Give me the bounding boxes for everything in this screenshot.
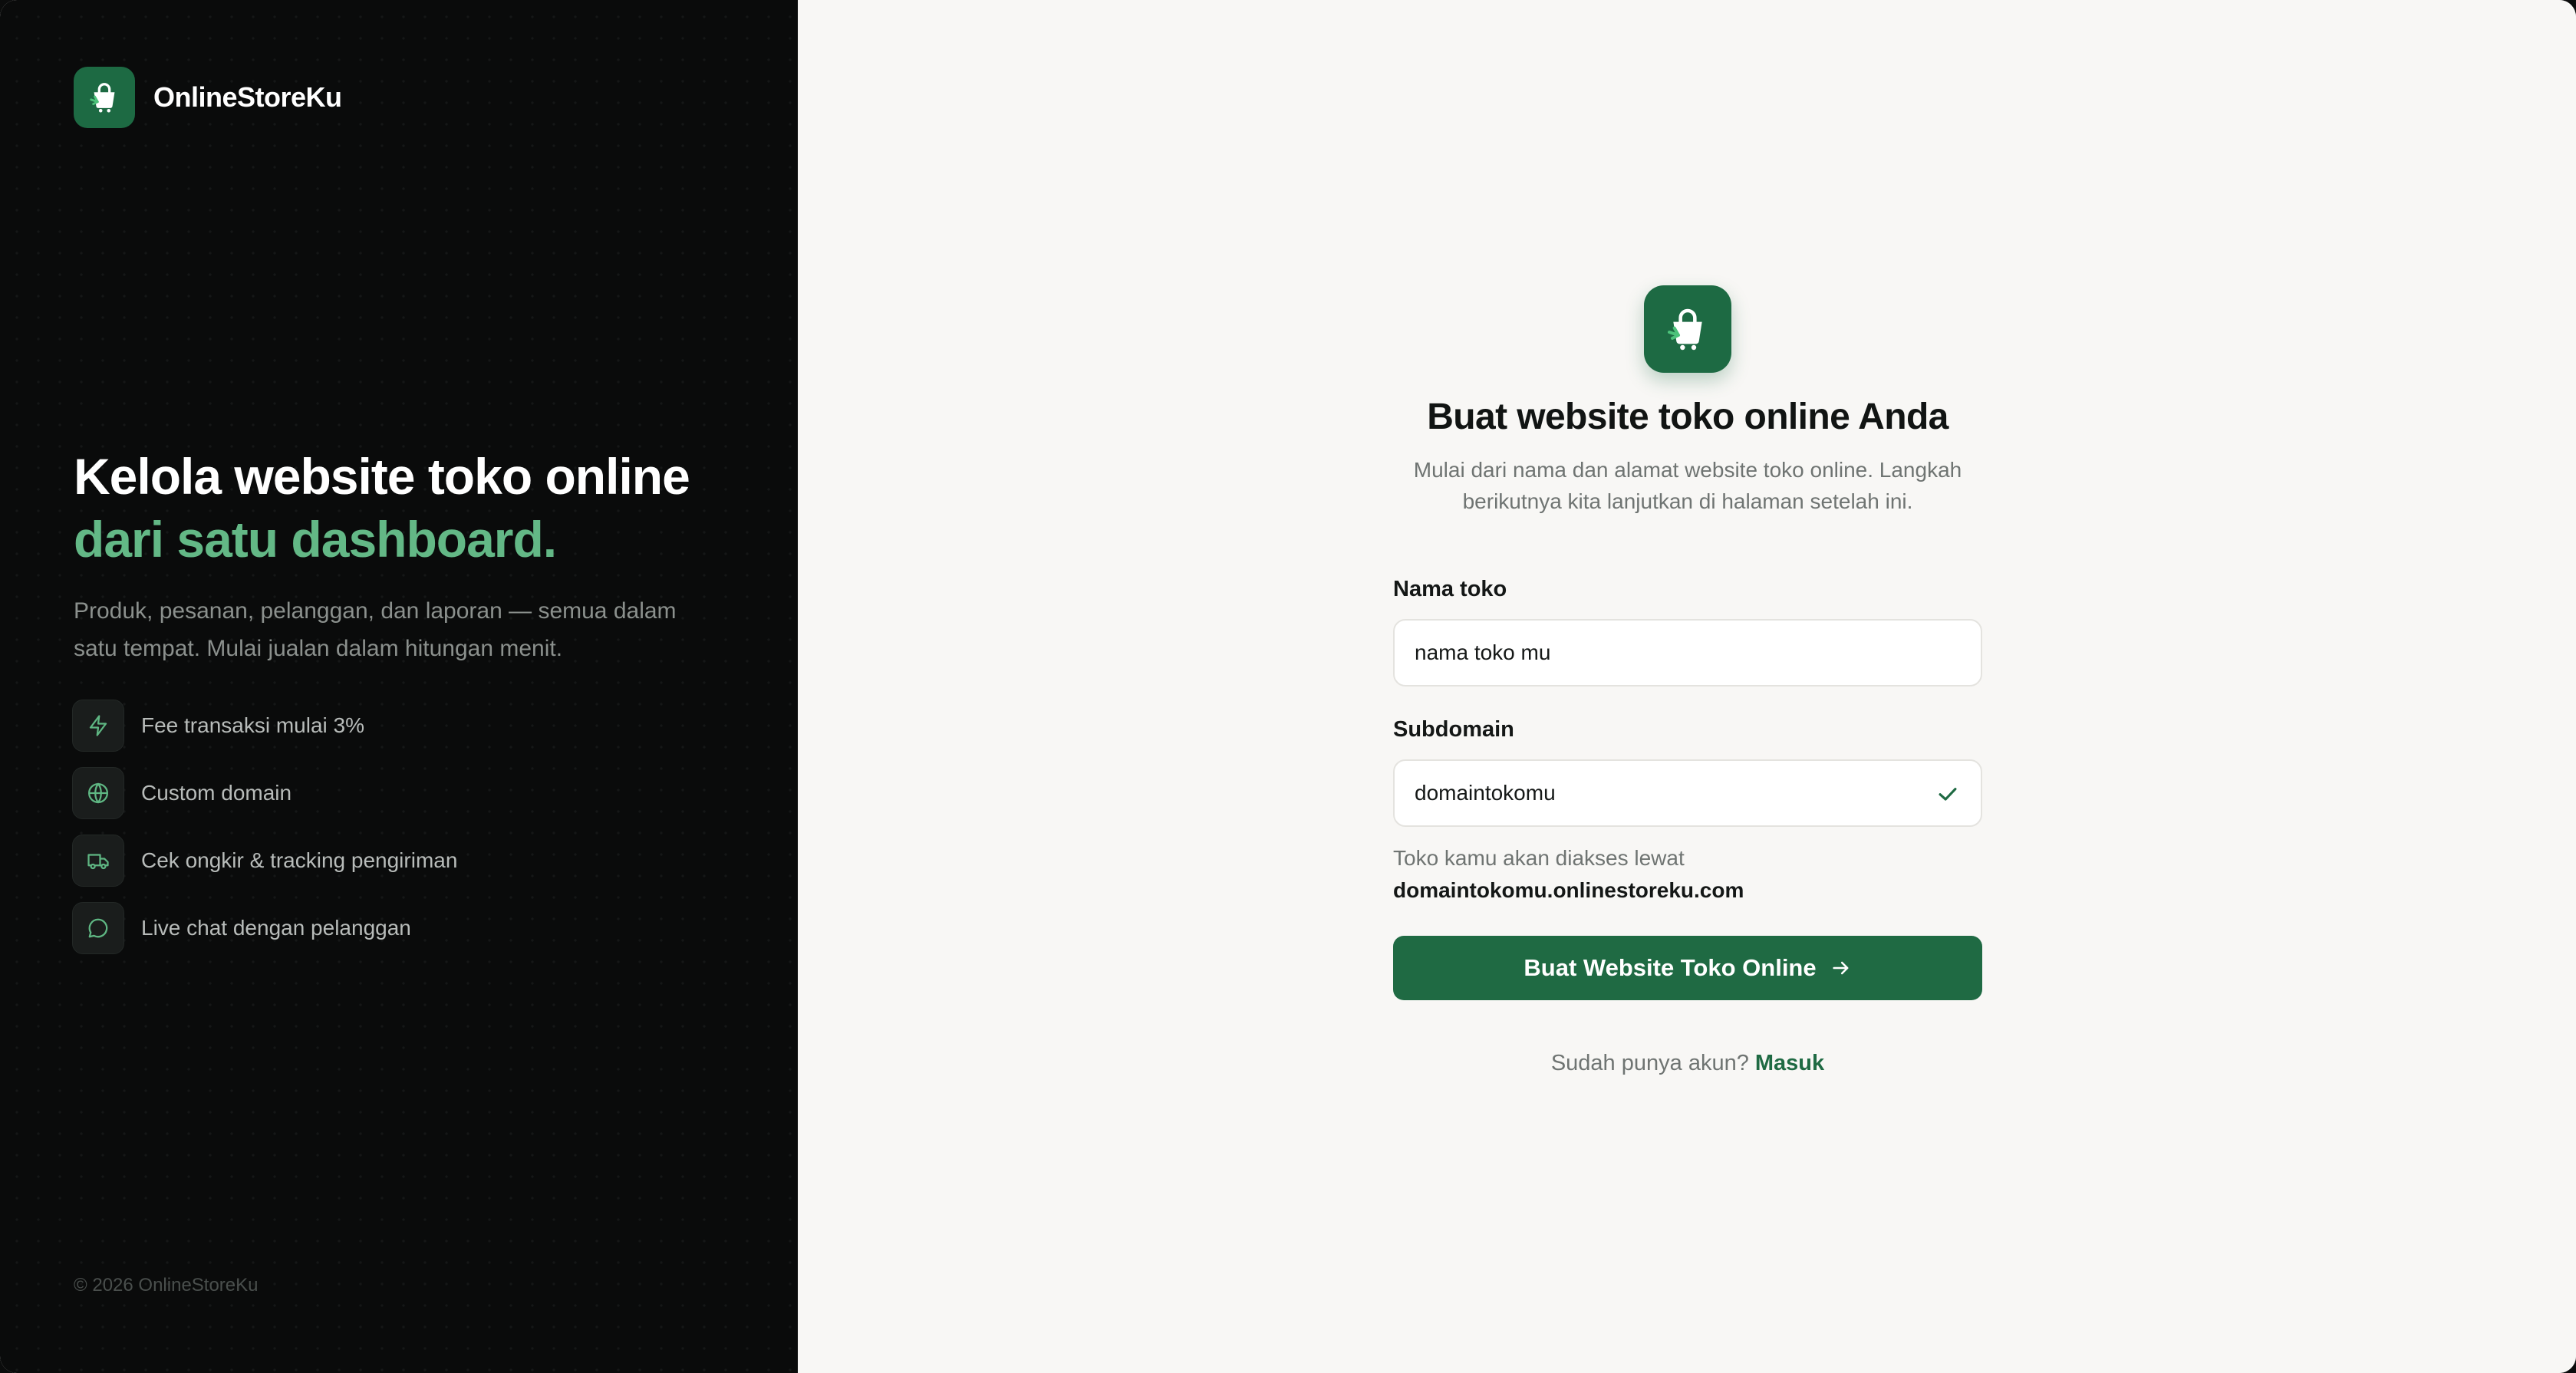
signin-link[interactable]: Masuk	[1755, 1051, 1824, 1075]
shopping-bag-icon	[1644, 285, 1731, 373]
marketing-panel: OnlineStoreKu Kelola website toko online…	[0, 0, 798, 1373]
signin-prompt-text: Sudah punya akun?	[1550, 1051, 1749, 1075]
subdomain-value: domaintokomu	[1415, 781, 1556, 805]
create-store-button-label: Buat Website Toko Online	[1524, 954, 1817, 981]
subdomain-hint: Toko kamu akan diakses lewat domaintokom…	[1393, 842, 1744, 907]
chat-bubble-icon	[72, 902, 124, 954]
hero-title-line2: dari satu dashboard.	[74, 511, 557, 568]
signup-panel: Buat website toko online Anda Mulai dari…	[798, 0, 2576, 1373]
brand-header: OnlineStoreKu	[74, 67, 342, 128]
hint-domain: domaintokomu.onlinestoreku.com	[1393, 878, 1744, 902]
hero-title: Kelola website toko online dari satu das…	[74, 445, 749, 571]
truck-icon	[72, 835, 124, 887]
subdomain-label: Subdomain	[1393, 717, 1514, 742]
feature-label: Live chat dengan pelanggan	[141, 916, 411, 940]
feature-item: Fee transaksi mulai 3%	[72, 700, 457, 752]
hint-text: Toko kamu akan diakses lewat	[1393, 846, 1685, 870]
store-name-label: Nama toko	[1393, 577, 1507, 601]
check-icon	[1935, 781, 1961, 812]
arrow-right-icon	[1830, 957, 1852, 979]
form-subtitle: Mulai dari nama dan alamat website toko …	[1413, 458, 1962, 513]
signin-prompt: Sudah punya akun? Masuk	[1393, 1051, 1982, 1076]
feature-item: Cek ongkir & tracking pengiriman	[72, 835, 457, 887]
store-name-value: nama toko mu	[1415, 640, 1551, 664]
lightning-icon	[72, 700, 124, 752]
feature-label: Custom domain	[141, 781, 292, 805]
feature-label: Cek ongkir & tracking pengiriman	[141, 848, 458, 872]
create-store-button[interactable]: Buat Website Toko Online	[1393, 936, 1982, 1000]
hero-section: Kelola website toko online dari satu das…	[74, 445, 749, 667]
form-title: Buat website toko online Anda	[1427, 397, 1948, 437]
feature-item: Live chat dengan pelanggan	[72, 902, 457, 954]
app-window: OnlineStoreKu Kelola website toko online…	[0, 0, 2576, 1373]
feature-label: Fee transaksi mulai 3%	[141, 713, 365, 737]
feature-item: Custom domain	[72, 767, 457, 819]
feature-list: Fee transaksi mulai 3% Custom domain Cek…	[72, 700, 457, 970]
subdomain-input[interactable]: domaintokomu	[1393, 759, 1982, 827]
globe-icon	[72, 767, 124, 819]
store-name-input[interactable]: nama toko mu	[1393, 619, 1982, 686]
copyright: © 2026 OnlineStoreKu	[74, 1275, 259, 1296]
hero-title-line1: Kelola website toko online	[74, 448, 690, 505]
shopping-bag-icon	[74, 67, 135, 128]
hero-description: Produk, pesanan, pelanggan, dan laporan …	[74, 598, 677, 661]
brand-name: OnlineStoreKu	[153, 81, 342, 113]
